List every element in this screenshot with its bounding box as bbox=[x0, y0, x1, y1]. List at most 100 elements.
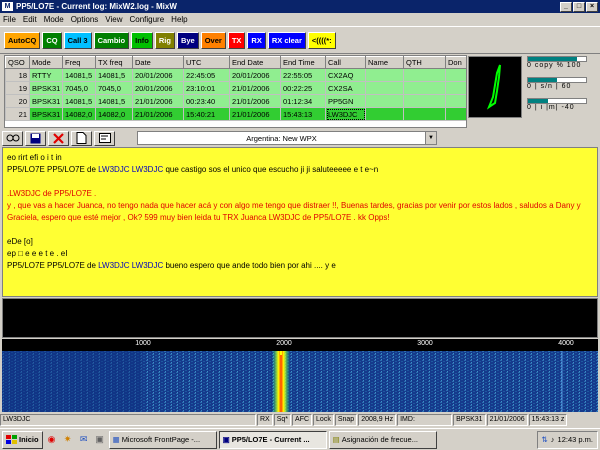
log-column-header[interactable]: UTC bbox=[183, 56, 230, 69]
task-asignacion[interactable]: ▤ Asignación de frecue... bbox=[328, 430, 437, 449]
log-column-header[interactable]: End Time bbox=[280, 56, 326, 69]
log-cell[interactable]: 23:10:01 bbox=[183, 81, 230, 95]
log-cell[interactable]: PP5GN bbox=[325, 94, 366, 108]
macro-button-bye[interactable]: Bye bbox=[176, 32, 199, 49]
macro-button-call-3[interactable]: Call 3 bbox=[63, 32, 92, 49]
log-cell[interactable]: 15:40:21 bbox=[183, 107, 230, 121]
log-cell[interactable] bbox=[445, 68, 466, 82]
status-lock[interactable]: Lock bbox=[313, 413, 334, 426]
macro-button-[interactable]: <((((*: bbox=[307, 32, 336, 49]
log-cell[interactable]: 19 bbox=[5, 81, 30, 95]
log-row[interactable]: 19 BPSK31 7045,0 7045,0 20/01/2006 23:10:01 21… bbox=[5, 81, 466, 95]
log-cell[interactable] bbox=[365, 107, 404, 121]
status-snap[interactable]: Snap bbox=[334, 413, 358, 426]
log-cell[interactable]: 14081,5 bbox=[95, 68, 133, 82]
log-row[interactable]: 21 BPSK31 14082,0 14082,0 21/01/2006 15:40:21… bbox=[5, 107, 466, 121]
log-cell[interactable]: 14081,5 bbox=[62, 68, 96, 82]
log-cell[interactable]: 22:55:05 bbox=[280, 68, 326, 82]
new-record-icon[interactable] bbox=[71, 130, 92, 146]
quick-launch-browser-icon[interactable]: ◉ bbox=[45, 433, 59, 447]
macro-button-over[interactable]: Over bbox=[200, 32, 226, 49]
log-cell[interactable]: 00:22:25 bbox=[280, 81, 326, 95]
log-cell[interactable] bbox=[445, 94, 466, 108]
log-cell[interactable]: CX2SA bbox=[325, 81, 366, 95]
quick-launch-mail-icon[interactable]: ✉ bbox=[77, 433, 91, 447]
log-cell[interactable] bbox=[403, 107, 446, 121]
chevron-down-icon[interactable]: ▼ bbox=[425, 132, 436, 144]
menu-options[interactable]: Options bbox=[71, 15, 99, 24]
log-cell[interactable]: 14082,0 bbox=[95, 107, 133, 121]
log-column-header[interactable]: TX freq bbox=[95, 56, 133, 69]
log-cell[interactable]: 21/01/2006 bbox=[229, 94, 281, 108]
task-mixw[interactable]: ▣ PP5/LO7E - Current ... bbox=[218, 430, 327, 449]
close-button[interactable]: × bbox=[586, 1, 598, 12]
log-column-header[interactable]: End Date bbox=[229, 56, 281, 69]
log-column-header[interactable]: Freq bbox=[62, 56, 96, 69]
log-cell[interactable] bbox=[403, 94, 446, 108]
waterfall-display[interactable]: 1000 2000 3000 4000 bbox=[2, 339, 598, 412]
log-cell[interactable]: 14081,5 bbox=[62, 94, 96, 108]
macro-button-cq[interactable]: CQ bbox=[42, 32, 62, 49]
save-icon[interactable] bbox=[25, 130, 46, 146]
log-cell[interactable] bbox=[365, 68, 404, 82]
log-cell[interactable]: BPSK31 bbox=[29, 107, 63, 121]
log-cell[interactable]: BPSK31 bbox=[29, 94, 63, 108]
log-cell[interactable]: 14082,0 bbox=[62, 107, 96, 121]
log-cell[interactable]: CX2AQ bbox=[325, 68, 366, 82]
receive-text-window[interactable]: eo rirt efi o i t in PP5/LO7E PP5/LO7E d… bbox=[2, 147, 598, 297]
maximize-button[interactable]: □ bbox=[573, 1, 585, 12]
log-cell[interactable] bbox=[445, 107, 466, 121]
log-cell[interactable]: LW3DJC bbox=[325, 107, 366, 121]
log-column-header[interactable]: QTH bbox=[403, 56, 446, 69]
macro-button-autocq[interactable]: AutoCQ bbox=[4, 32, 41, 49]
start-button[interactable]: Inicio bbox=[2, 430, 43, 449]
log-cell[interactable]: 20/01/2006 bbox=[229, 68, 281, 82]
status-mode[interactable]: BPSK31 bbox=[453, 413, 486, 426]
network-icon[interactable]: ⇅ bbox=[542, 435, 548, 444]
log-cell[interactable] bbox=[403, 68, 446, 82]
log-column-header[interactable]: Call bbox=[325, 56, 366, 69]
transmit-text-window[interactable] bbox=[2, 298, 598, 338]
macro-button-info[interactable]: Info bbox=[131, 32, 153, 49]
glasses-icon[interactable] bbox=[2, 130, 23, 146]
log-row[interactable]: 18 RTTY 14081,5 14081,5 20/01/2006 22:45:05 20… bbox=[5, 68, 466, 82]
log-cell[interactable] bbox=[445, 81, 466, 95]
menu-edit[interactable]: Edit bbox=[23, 15, 37, 24]
log-cell[interactable]: 00:23:40 bbox=[183, 94, 230, 108]
log-cell[interactable]: BPSK31 bbox=[29, 81, 63, 95]
log-column-header[interactable]: Name bbox=[365, 56, 404, 69]
menu-help[interactable]: Help bbox=[171, 15, 187, 24]
log-cell[interactable]: 21/01/2006 bbox=[132, 94, 184, 108]
log-cell[interactable]: 21/01/2006 bbox=[132, 107, 184, 121]
clock[interactable]: 12:43 p.m. bbox=[558, 435, 593, 444]
task-frontpage[interactable]: ▦ Microsoft FrontPage -... bbox=[108, 430, 217, 449]
macro-button-rx[interactable]: RX bbox=[247, 32, 266, 49]
log-row[interactable]: 20 BPSK31 14081,5 14081,5 21/01/2006 00:23:40… bbox=[5, 94, 466, 108]
log-cell[interactable]: 18 bbox=[5, 68, 30, 82]
log-card-icon[interactable] bbox=[94, 130, 115, 146]
macro-button-tx[interactable]: TX bbox=[227, 32, 246, 49]
log-column-header[interactable]: QSO bbox=[5, 56, 30, 69]
log-cell[interactable]: 20/01/2006 bbox=[132, 81, 184, 95]
delete-icon[interactable] bbox=[48, 130, 69, 146]
menu-file[interactable]: File bbox=[3, 15, 16, 24]
status-afc[interactable]: AFC bbox=[292, 413, 313, 426]
log-cell[interactable]: RTTY bbox=[29, 68, 63, 82]
log-cell[interactable] bbox=[365, 81, 404, 95]
log-cell[interactable]: 7045,0 bbox=[95, 81, 133, 95]
country-info-combo[interactable]: Argentina: New WPX ▼ bbox=[137, 131, 437, 145]
log-cell[interactable]: 21/01/2006 bbox=[229, 107, 281, 121]
log-cell[interactable]: 20 bbox=[5, 94, 30, 108]
log-cell[interactable]: 7045,0 bbox=[62, 81, 96, 95]
log-cell[interactable]: 22:45:05 bbox=[183, 68, 230, 82]
log-cell[interactable]: 21/01/2006 bbox=[229, 81, 281, 95]
quick-launch-star-icon[interactable]: ✷ bbox=[61, 433, 75, 447]
menu-configure[interactable]: Configure bbox=[129, 15, 164, 24]
log-column-header[interactable]: Mode bbox=[29, 56, 63, 69]
log-cell[interactable] bbox=[365, 94, 404, 108]
log-cell[interactable]: 14081,5 bbox=[95, 94, 133, 108]
minimize-button[interactable]: _ bbox=[560, 1, 572, 12]
log-column-header[interactable]: Date bbox=[132, 56, 184, 69]
log-column-header[interactable]: Don bbox=[445, 56, 466, 69]
menu-view[interactable]: View bbox=[105, 15, 122, 24]
